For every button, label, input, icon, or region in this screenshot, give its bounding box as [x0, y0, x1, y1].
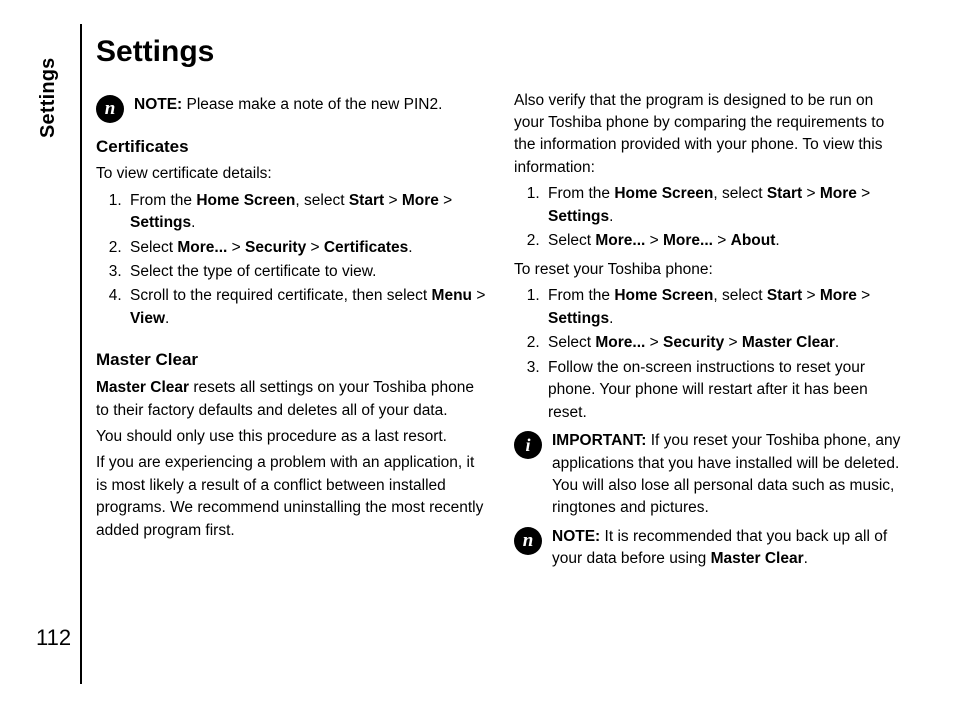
right-intro: Also verify that the program is designed…: [514, 90, 906, 180]
t: >: [713, 232, 731, 249]
t: .: [804, 550, 808, 567]
two-column-layout: n NOTE: Please make a note of the new PI…: [96, 88, 940, 577]
note-pin2: n NOTE: Please make a note of the new PI…: [96, 94, 488, 123]
certificates-intro: To view certificate details:: [96, 163, 488, 185]
t: .: [408, 239, 412, 256]
t: Home Screen: [614, 287, 713, 304]
t: >: [857, 185, 870, 202]
important-block: i IMPORTANT: If you reset your Toshiba p…: [514, 430, 906, 520]
note-body: NOTE: It is recommended that you back up…: [552, 526, 906, 571]
t: More...: [663, 232, 713, 249]
t: .: [165, 310, 169, 327]
t: Select: [130, 239, 177, 256]
t: More...: [177, 239, 227, 256]
step: From the Home Screen, select Start > Mor…: [126, 190, 488, 235]
page-content: Settings n NOTE: Please make a note of t…: [80, 24, 940, 684]
t: View: [130, 310, 165, 327]
t: >: [439, 192, 452, 209]
step: From the Home Screen, select Start > Mor…: [544, 285, 906, 330]
t: Select: [548, 232, 595, 249]
t: >: [645, 334, 663, 351]
t: >: [802, 185, 820, 202]
t: >: [306, 239, 324, 256]
step: Select More... > Security > Master Clear…: [544, 332, 906, 354]
page-number: 112: [36, 622, 71, 654]
t: More: [402, 192, 439, 209]
t: Security: [663, 334, 724, 351]
step: Scroll to the required certificate, then…: [126, 285, 488, 330]
t: >: [802, 287, 820, 304]
note-text: Please make a note of the new PIN2.: [182, 96, 442, 113]
t: From the: [548, 287, 614, 304]
important-label: IMPORTANT:: [552, 432, 646, 449]
view-info-steps: From the Home Screen, select Start > Mor…: [514, 183, 906, 252]
reset-intro: To reset your Toshiba phone:: [514, 259, 906, 281]
t: .: [835, 334, 839, 351]
t: Start: [349, 192, 384, 209]
left-column: n NOTE: Please make a note of the new PI…: [96, 88, 488, 577]
t: More...: [595, 334, 645, 351]
side-section-label: Settings: [34, 58, 63, 139]
t: Home Screen: [196, 192, 295, 209]
t: , select: [295, 192, 348, 209]
t: >: [645, 232, 663, 249]
t: Certificates: [324, 239, 408, 256]
t: From the: [548, 185, 614, 202]
step: From the Home Screen, select Start > Mor…: [544, 183, 906, 228]
t: >: [472, 287, 485, 304]
t: >: [227, 239, 245, 256]
t: Start: [767, 287, 802, 304]
t: Settings: [548, 208, 609, 225]
master-p2: You should only use this procedure as a …: [96, 426, 488, 448]
t: Start: [767, 185, 802, 202]
t: >: [724, 334, 742, 351]
note-body: NOTE: Please make a note of the new PIN2…: [134, 94, 488, 116]
certificates-steps: From the Home Screen, select Start > Mor…: [96, 190, 488, 331]
t: More...: [595, 232, 645, 249]
t: >: [857, 287, 870, 304]
note-backup: n NOTE: It is recommended that you back …: [514, 526, 906, 571]
heading-certificates: Certificates: [96, 135, 488, 160]
t: Settings: [548, 310, 609, 327]
step: Select the type of certificate to view.: [126, 261, 488, 283]
heading-master-clear: Master Clear: [96, 348, 488, 373]
right-column: Also verify that the program is designed…: [514, 88, 906, 577]
important-body: IMPORTANT: If you reset your Toshiba pho…: [552, 430, 906, 520]
t: >: [384, 192, 402, 209]
note-icon: n: [514, 527, 542, 555]
master-p3: If you are experiencing a problem with a…: [96, 452, 488, 542]
t: , select: [713, 287, 766, 304]
t: , select: [713, 185, 766, 202]
master-p1: Master Clear resets all settings on your…: [96, 377, 488, 422]
t: .: [775, 232, 779, 249]
t: Security: [245, 239, 306, 256]
reset-steps: From the Home Screen, select Start > Mor…: [514, 285, 906, 424]
t: More: [820, 185, 857, 202]
info-icon: i: [514, 431, 542, 459]
t: Master Clear: [711, 550, 804, 567]
t: Menu: [432, 287, 472, 304]
t: Scroll to the required certificate, then…: [130, 287, 432, 304]
step: Select More... > More... > About.: [544, 230, 906, 252]
page-title: Settings: [96, 30, 940, 74]
note-label: NOTE:: [134, 96, 182, 113]
t: .: [609, 208, 613, 225]
t: Select: [548, 334, 595, 351]
t: About: [731, 232, 776, 249]
note-label: NOTE:: [552, 528, 600, 545]
t: Master Clear: [742, 334, 835, 351]
step: Select More... > Security > Certificates…: [126, 237, 488, 259]
t: More: [820, 287, 857, 304]
step: Follow the on-screen instructions to res…: [544, 357, 906, 424]
t: Home Screen: [614, 185, 713, 202]
t: Settings: [130, 214, 191, 231]
t: .: [191, 214, 195, 231]
t: .: [609, 310, 613, 327]
t: From the: [130, 192, 196, 209]
t: Master Clear: [96, 379, 189, 396]
note-icon: n: [96, 95, 124, 123]
